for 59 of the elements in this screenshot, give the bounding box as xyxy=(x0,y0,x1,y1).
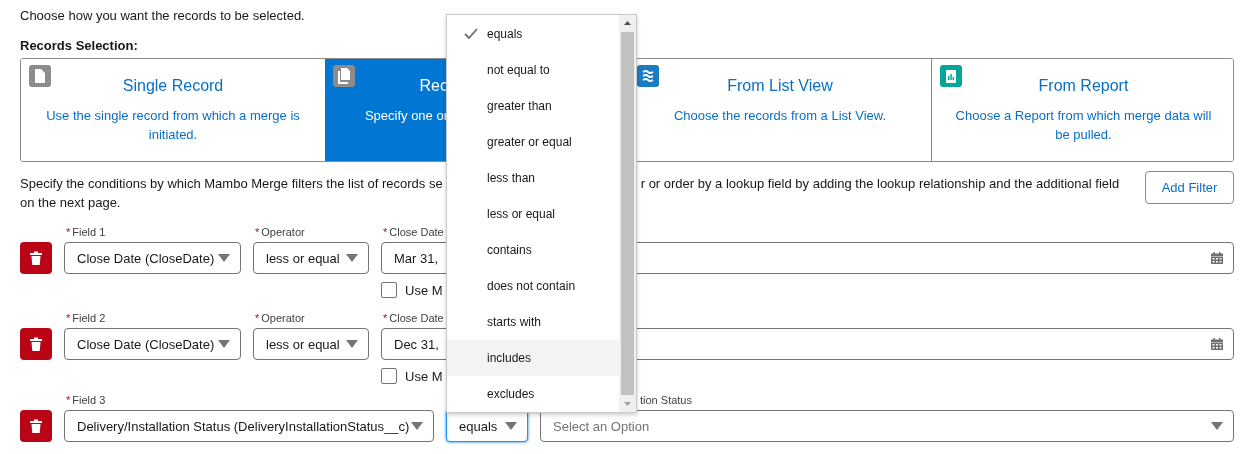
operator-select[interactable]: less or equal xyxy=(253,242,369,274)
menu-option[interactable]: greater than xyxy=(447,88,619,124)
caret-down-icon xyxy=(218,340,230,348)
document-icon xyxy=(29,65,51,87)
delete-button[interactable] xyxy=(20,410,52,442)
trash-icon xyxy=(29,419,43,433)
menu-option[interactable]: excludes xyxy=(447,376,619,412)
trash-icon xyxy=(29,251,43,265)
caret-down-icon xyxy=(346,254,358,262)
menu-option[interactable]: not equal to xyxy=(447,52,619,88)
operator-select[interactable]: less or equal xyxy=(253,328,369,360)
delete-button[interactable] xyxy=(20,328,52,360)
checkbox-label: Use M xyxy=(405,368,443,384)
field-label: * Field 3 xyxy=(66,393,106,408)
value-select[interactable]: Select an Option xyxy=(540,410,1234,442)
field-label: * Close Date xyxy=(383,225,444,240)
caret-down-icon xyxy=(346,340,358,348)
calendar-icon xyxy=(1211,252,1223,264)
field-select[interactable]: Close Date (CloseDate) xyxy=(64,242,241,274)
card-description: Use the single record from which a merge is initiated. xyxy=(45,107,301,144)
checkbox-label: Use M xyxy=(405,282,443,298)
caret-down-icon xyxy=(411,422,423,430)
card-description: Choose a Report from which merge data will be pulled. xyxy=(954,107,1213,144)
field-label: * Operator xyxy=(255,225,305,240)
conditions-text: on the next page. xyxy=(20,194,122,212)
menu-option[interactable]: greater or equal xyxy=(447,124,619,160)
menu-option[interactable]: less or equal xyxy=(447,196,619,232)
checkbox[interactable] xyxy=(381,282,397,298)
caret-down-icon xyxy=(1211,422,1223,430)
field-select[interactable]: Delivery/Installation Status (DeliveryInstallationStatus__c) xyxy=(64,410,434,442)
checkbox[interactable] xyxy=(381,368,397,384)
documents-icon xyxy=(333,65,355,87)
trash-icon xyxy=(29,337,43,351)
field-label: * Field 2 xyxy=(66,311,106,326)
instruction-text: Choose how you want the records to be selected. xyxy=(20,7,305,25)
caret-down-icon xyxy=(505,422,517,430)
field-label: * Close Date xyxy=(383,311,444,326)
field-select[interactable]: Close Date (CloseDate) xyxy=(64,328,241,360)
record-option-card[interactable]: From Report Choose a Report from which merge data will be pulled. xyxy=(931,59,1233,161)
card-title: Single Record xyxy=(122,76,224,96)
conditions-text: Specify the conditions by which Mambo Merge filters the list of records se xyxy=(20,175,443,193)
scrollbar[interactable] xyxy=(619,15,636,412)
delete-button[interactable] xyxy=(20,242,52,274)
calendar-icon xyxy=(1211,338,1223,350)
card-description: Choose the records from a List View. xyxy=(673,107,887,125)
field-label: tion Status xyxy=(640,393,692,408)
card-title: Rec xyxy=(419,76,448,96)
clipboard-chart-icon xyxy=(940,65,962,87)
card-title: From List View xyxy=(727,76,833,96)
conditions-text: r or order by a lookup field by adding the lookup relationship and the additional field xyxy=(640,175,1120,193)
caret-down-icon xyxy=(218,254,230,262)
card-title: From Report xyxy=(1038,76,1129,96)
section-label: Records Selection: xyxy=(20,37,139,55)
menu-option[interactable]: includes xyxy=(447,340,619,376)
menu-option[interactable]: less than xyxy=(447,160,619,196)
field-label: * Field 1 xyxy=(66,225,106,240)
field-label: * Operator xyxy=(255,311,305,326)
menu-option[interactable]: equals xyxy=(447,16,619,52)
add-filter-button[interactable]: Add Filter xyxy=(1145,171,1234,204)
